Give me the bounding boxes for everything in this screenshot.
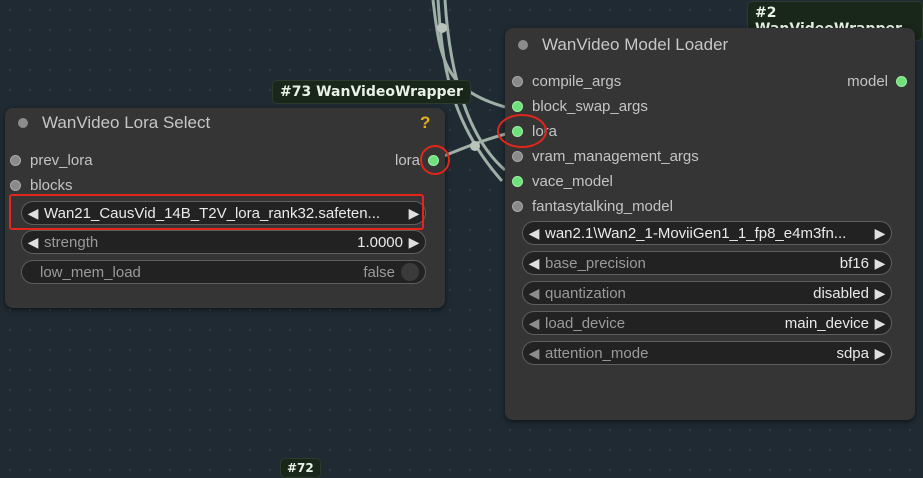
prev-arrow-icon[interactable]: ◀: [523, 315, 545, 332]
collapse-dot[interactable]: [518, 40, 528, 50]
highlight-lora-output: [420, 145, 450, 175]
attention-mode-combo[interactable]: ◀ attention_mode sdpa ▶: [522, 341, 892, 365]
prev-arrow-icon[interactable]: ◀: [523, 345, 545, 362]
node-badge-72: #72: [280, 458, 321, 478]
widget-label: base_precision: [545, 254, 646, 272]
model-file-combo[interactable]: ◀ wan2.1\Wan2_1-MoviiGen1_1_fp8_e4m3fn..…: [522, 221, 892, 245]
slot-label: blocks: [30, 176, 73, 194]
input-slot-prev-lora[interactable]: prev_lora: [10, 150, 93, 170]
input-slot-vace-model[interactable]: vace_model: [512, 171, 613, 191]
widget-value: bf16: [839, 254, 869, 272]
strength-label: strength: [44, 233, 99, 251]
next-arrow-icon[interactable]: ▶: [869, 225, 891, 242]
widget-value: disabled: [813, 284, 869, 302]
slot-dot[interactable]: [896, 75, 907, 87]
slot-label: fantasytalking_model: [532, 197, 673, 215]
slot-label: model: [847, 72, 888, 90]
slot-dot[interactable]: [512, 175, 523, 187]
slot-label: block_swap_args: [532, 97, 648, 115]
prev-arrow-icon[interactable]: ◀: [523, 225, 545, 242]
strength-value: 1.0000: [357, 233, 403, 251]
strength-number[interactable]: ◀ strength 1.0000 ▶: [21, 230, 426, 254]
slot-dot[interactable]: [512, 200, 523, 212]
increment-arrow-icon[interactable]: ▶: [403, 234, 425, 251]
collapse-dot[interactable]: [18, 118, 28, 128]
node-badge-73: #73 WanVideoWrapper: [272, 80, 471, 104]
model-file-value: wan2.1\Wan2_1-MoviiGen1_1_fp8_e4m3fn...: [545, 224, 847, 242]
input-slot-compile-args[interactable]: compile_args: [512, 71, 621, 91]
output-slot-model[interactable]: model: [847, 71, 907, 91]
widget-label: attention_mode: [545, 344, 649, 362]
slot-label: prev_lora: [30, 151, 93, 169]
next-arrow-icon[interactable]: ▶: [869, 345, 891, 362]
slot-dot[interactable]: [512, 100, 523, 112]
slot-dot[interactable]: [512, 75, 523, 87]
node-title: WanVideo Model Loader: [542, 35, 729, 54]
input-slot-blocks[interactable]: blocks: [10, 175, 73, 195]
input-slot-block-swap-args[interactable]: block_swap_args: [512, 96, 648, 116]
next-arrow-icon[interactable]: ▶: [869, 255, 891, 272]
slot-dot[interactable]: [10, 154, 21, 166]
node-title-bar[interactable]: WanVideo Model Loader: [505, 28, 915, 62]
highlight-lora-input: [497, 114, 547, 148]
slot-dot[interactable]: [512, 150, 523, 162]
slot-label: lora: [394, 151, 420, 169]
widget-label: load_device: [545, 314, 626, 332]
widget-value: main_device: [784, 314, 869, 332]
node-title: WanVideo Lora Select: [42, 113, 211, 132]
load-device-combo[interactable]: ◀ load_device main_device ▶: [522, 311, 892, 335]
highlight-lora-file: [9, 194, 424, 230]
widget-label: quantization: [545, 284, 626, 302]
low-mem-value: false: [363, 263, 395, 281]
prev-arrow-icon[interactable]: ◀: [523, 255, 545, 272]
slot-dot[interactable]: [10, 179, 21, 191]
slot-label: compile_args: [532, 72, 622, 90]
model-loader-node[interactable]: WanVideo Model Loader compile_args block…: [505, 28, 915, 420]
slot-label: vram_management_args: [532, 147, 699, 165]
slot-label: vace_model: [532, 172, 613, 190]
prev-arrow-icon[interactable]: ◀: [523, 285, 545, 302]
quantization-combo[interactable]: ◀ quantization disabled ▶: [522, 281, 892, 305]
widget-value: sdpa: [836, 344, 869, 362]
base-precision-combo[interactable]: ◀ base_precision bf16 ▶: [522, 251, 892, 275]
next-arrow-icon[interactable]: ▶: [869, 315, 891, 332]
toggle-switch[interactable]: [401, 263, 419, 281]
low-mem-load-toggle[interactable]: low_mem_load false: [21, 260, 426, 284]
help-icon[interactable]: ?: [420, 113, 430, 133]
input-slot-fantasytalking-model[interactable]: fantasytalking_model: [512, 196, 673, 216]
low-mem-label: low_mem_load: [40, 263, 141, 281]
node-title-bar[interactable]: WanVideo Lora Select: [5, 108, 445, 138]
input-slot-vram-management-args[interactable]: vram_management_args: [512, 146, 699, 166]
next-arrow-icon[interactable]: ▶: [869, 285, 891, 302]
decrement-arrow-icon[interactable]: ◀: [22, 234, 44, 251]
